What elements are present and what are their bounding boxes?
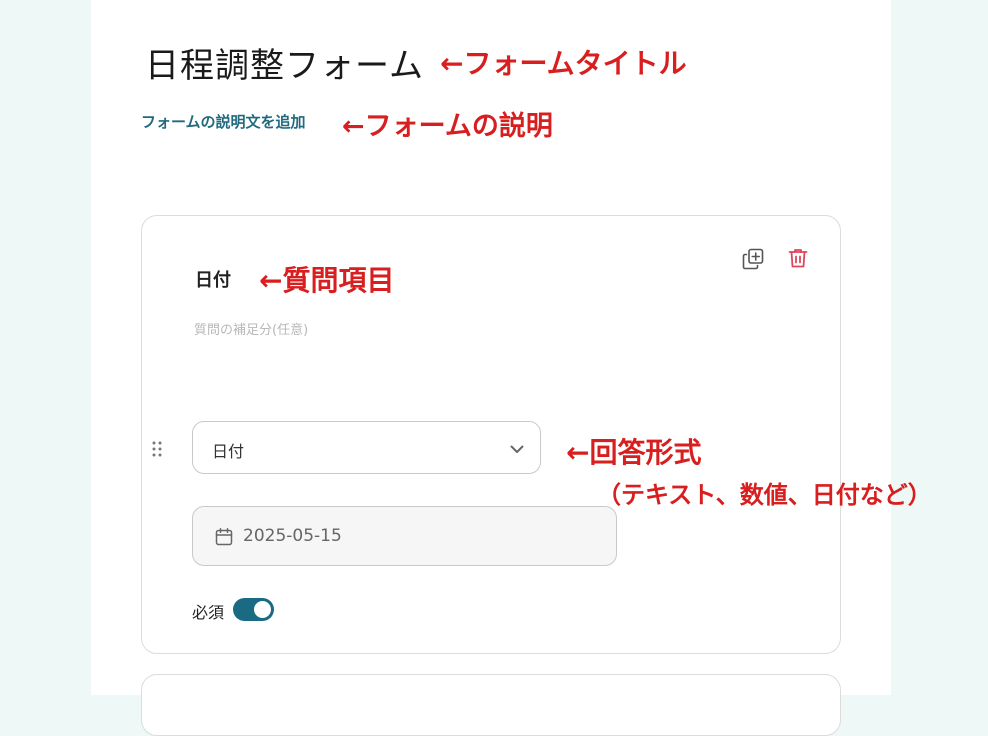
annotation-question-item: ←質問項目 <box>259 264 395 297</box>
form-title[interactable]: 日程調整フォーム <box>145 38 424 87</box>
drag-handle-icon[interactable] <box>151 440 163 458</box>
answer-type-select[interactable]: 日付 <box>192 421 541 474</box>
annotation-answer-format: ←回答形式 <box>566 436 702 469</box>
chevron-down-icon <box>508 440 526 458</box>
answer-type-value: 日付 <box>212 442 245 461</box>
form-description-input[interactable]: フォームの説明文を追加 <box>141 111 306 132</box>
annotation-answer-format-examples: （テキスト、数値、日付など） <box>597 481 932 509</box>
required-toggle[interactable] <box>233 598 274 621</box>
duplicate-icon[interactable] <box>741 247 767 273</box>
required-label: 必須 <box>192 603 225 622</box>
question-title[interactable]: 日付 <box>195 266 231 292</box>
calendar-icon <box>214 527 234 547</box>
toggle-knob <box>254 601 271 618</box>
trash-icon[interactable] <box>786 246 812 272</box>
date-input[interactable]: 2025-05-15 <box>192 506 617 566</box>
question-card-next <box>141 674 841 736</box>
date-input-value: 2025-05-15 <box>243 526 342 546</box>
annotation-form-description: ←フォームの説明 <box>342 111 553 142</box>
question-subtitle-input[interactable]: 質問の補足分(任意) <box>194 319 308 338</box>
annotation-form-title: ←フォームタイトル <box>440 47 687 80</box>
